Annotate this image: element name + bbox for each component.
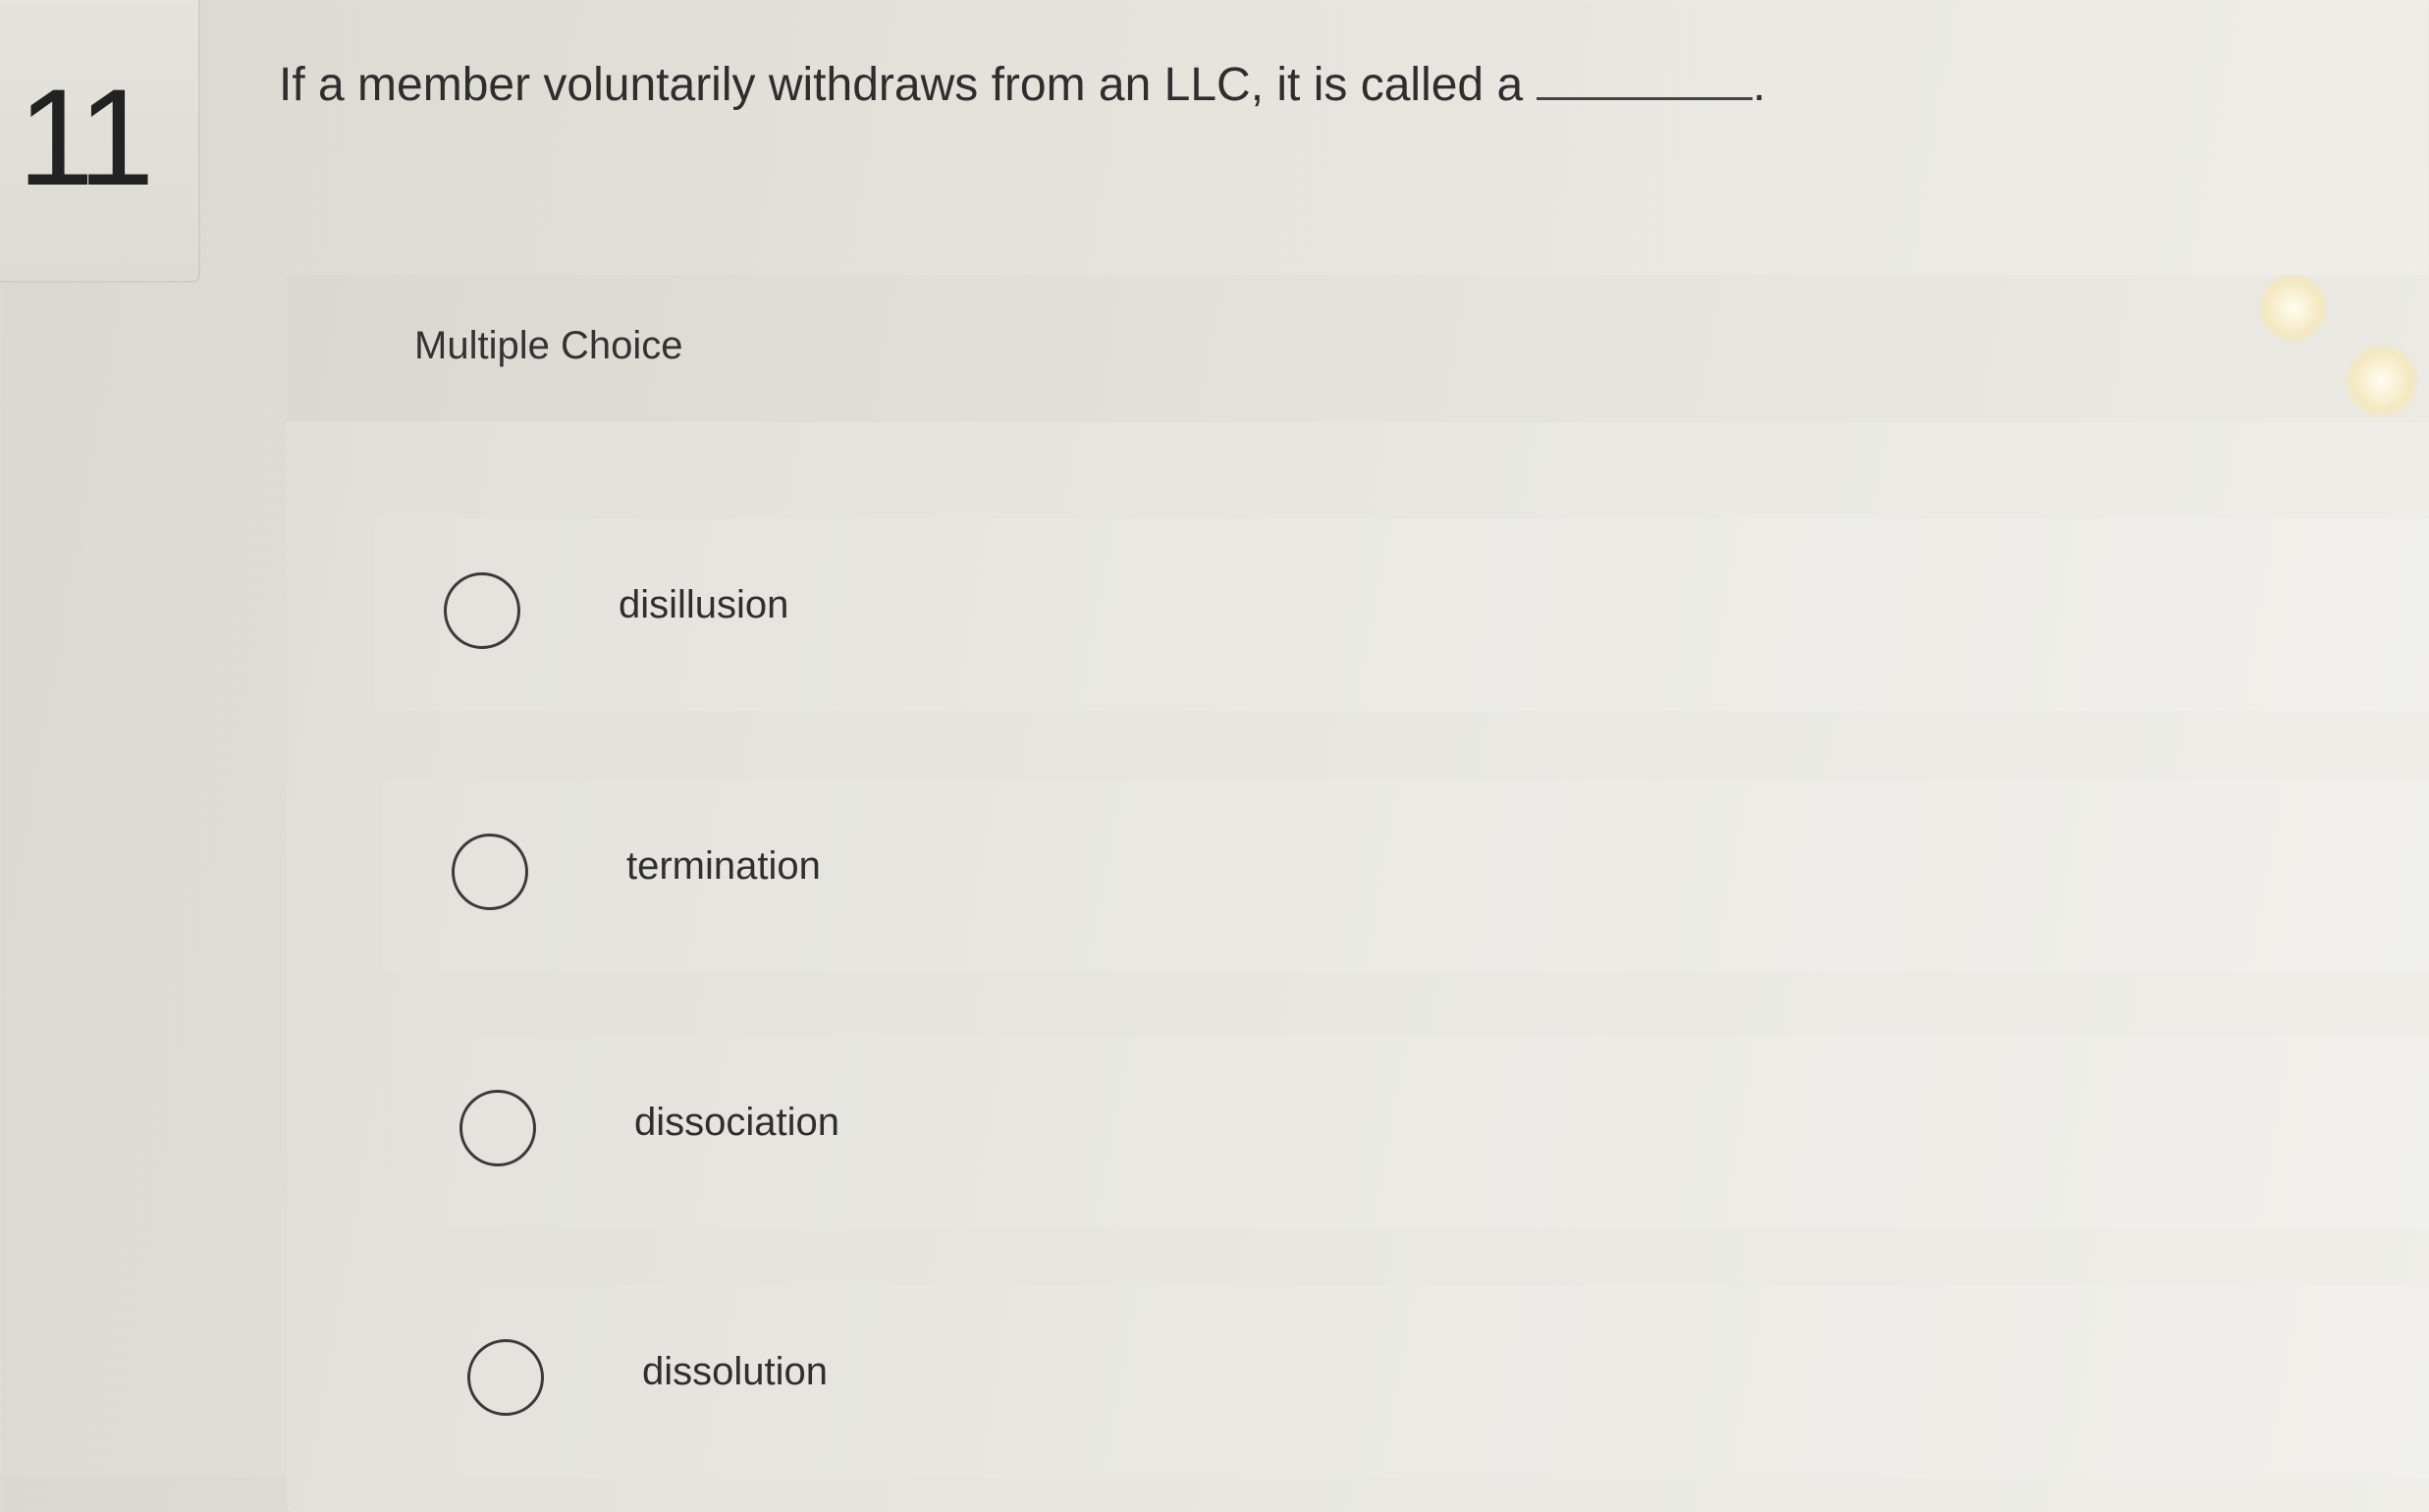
option-dissociation[interactable]: dissociation <box>391 1036 2429 1228</box>
question-terminal: . <box>1753 59 1766 111</box>
radio-button[interactable] <box>444 572 520 649</box>
option-dissolution[interactable]: dissolution <box>399 1285 2429 1478</box>
panel-header: Multiple Choice <box>287 275 2429 422</box>
option-termination[interactable]: termination <box>383 780 2429 972</box>
option-label: termination <box>626 844 821 888</box>
radio-button[interactable] <box>459 1090 536 1166</box>
option-disillusion[interactable]: disillusion <box>375 518 2429 711</box>
answer-blank <box>1537 58 1754 100</box>
radio-button[interactable] <box>467 1339 544 1416</box>
option-label: disillusion <box>619 583 789 626</box>
screen-glare <box>2258 273 2329 344</box>
question-number: 11 <box>18 60 154 214</box>
radio-button[interactable] <box>452 834 528 910</box>
question-type-label: Multiple Choice <box>414 324 683 367</box>
option-label: dissociation <box>634 1101 840 1144</box>
question-text: If a member voluntarily withdraws from a… <box>279 59 1524 111</box>
question-text-line: If a member voluntarily withdraws from a… <box>279 57 1766 114</box>
screen-glare <box>2345 344 2419 418</box>
option-label: dissolution <box>642 1350 829 1393</box>
multiple-choice-panel: Multiple Choice disillusion termination … <box>287 275 2429 1512</box>
question-number-box: 11 <box>0 0 200 283</box>
